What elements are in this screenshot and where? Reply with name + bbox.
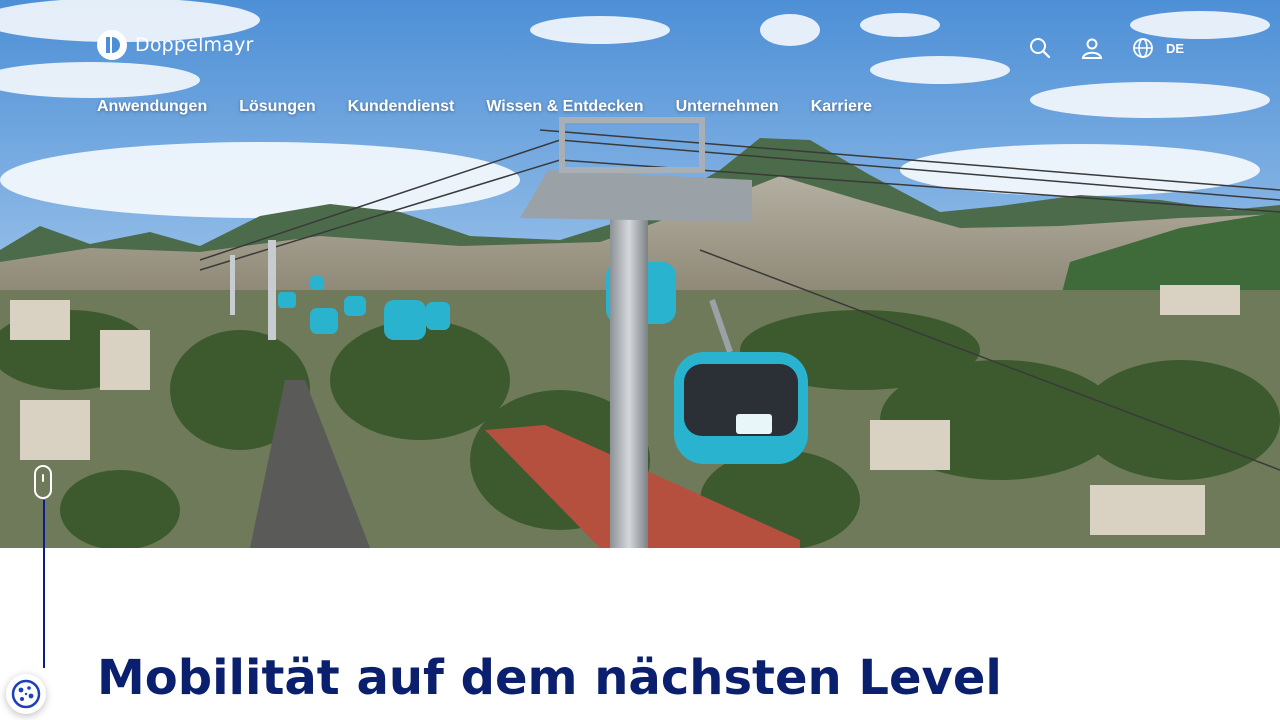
search-icon xyxy=(1029,38,1051,59)
user-icon xyxy=(1081,38,1103,59)
scroll-mouse-icon[interactable] xyxy=(34,465,52,499)
header-actions: DE xyxy=(1028,36,1184,60)
search-button[interactable] xyxy=(1028,36,1052,60)
main-navigation: Anwendungen Lösungen Kundendienst Wissen… xyxy=(97,98,872,116)
hero-image xyxy=(0,0,1280,548)
page-headline: Mobilität auf dem nächsten Level xyxy=(97,650,1002,706)
hero-banner: Doppelmayr DE Anwendungen Lösungen Kunde… xyxy=(0,0,1280,548)
logo-mark-icon xyxy=(97,30,127,60)
language-label: DE xyxy=(1165,41,1184,56)
account-button[interactable] xyxy=(1080,36,1104,60)
cookie-settings-button[interactable] xyxy=(6,674,46,714)
brand-name: Doppelmayr xyxy=(135,34,254,56)
nav-item-karriere[interactable]: Karriere xyxy=(811,98,872,116)
nav-item-unternehmen[interactable]: Unternehmen xyxy=(676,98,779,116)
nav-item-kundendienst[interactable]: Kundendienst xyxy=(348,98,455,116)
cookie-icon xyxy=(11,679,41,709)
scroll-line-divider xyxy=(43,500,45,668)
nav-item-anwendungen[interactable]: Anwendungen xyxy=(97,98,207,116)
nav-item-wissen-entdecken[interactable]: Wissen & Entdecken xyxy=(486,98,643,116)
language-switcher[interactable]: DE xyxy=(1132,37,1184,59)
brand-logo[interactable]: Doppelmayr xyxy=(97,30,254,60)
globe-icon xyxy=(1133,38,1153,58)
nav-item-loesungen[interactable]: Lösungen xyxy=(239,98,315,116)
